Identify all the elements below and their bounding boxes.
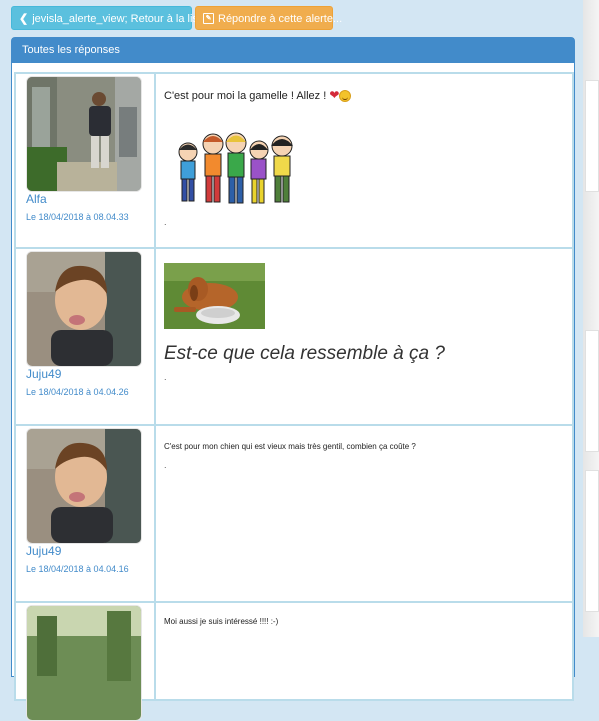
background-pane-block (585, 470, 599, 612)
message-text: Moi aussi je suis intéressé !!!! :-) (164, 617, 279, 626)
responses-panel: Toutes les réponses Alfa Le 18/04/2018 à… (11, 37, 575, 721)
author-cell: Juju49 Le 18/04/2018 à 04.04.26 (16, 249, 156, 424)
reply-label: Répondre à cette alerte... (218, 13, 343, 25)
reply-to-alert-button[interactable]: ✎ Répondre à cette alerte... (195, 6, 342, 30)
response-row: Juju49 Le 18/04/2018 à 04.04.16 C'est po… (14, 424, 574, 603)
back-to-list-label: jevisla_alerte_view; Retour à la liste (32, 13, 208, 25)
author-cell: Juju49 Le 18/04/2018 à 04.04.16 (16, 426, 156, 601)
author-cell: Alfa Le 18/04/2018 à 08.04.33 (16, 74, 156, 247)
message-tail: . (164, 460, 167, 470)
heart-icon: ❤ (329, 88, 340, 102)
author-cell (16, 603, 156, 721)
back-to-list-button[interactable]: ❮ jevisla_alerte_view; Retour à la liste (11, 6, 207, 30)
response-row: Alfa Le 18/04/2018 à 08.04.33 C'est pour… (14, 72, 574, 249)
avatar[interactable] (26, 251, 142, 367)
avatar[interactable] (26, 76, 142, 192)
post-date: Le 18/04/2018 à 08.04.33 (26, 212, 129, 222)
response-row: Moi aussi je suis intéressé !!!! :-) (14, 601, 574, 721)
message-text: Est-ce que cela ressemble à ça ? (164, 343, 445, 364)
background-pane-block (585, 80, 599, 192)
avatar-photo (27, 606, 141, 720)
cartoon-kids-image (178, 132, 293, 204)
panel-title: Toutes les réponses (12, 38, 574, 63)
response-row: Juju49 Le 18/04/2018 à 04.04.26 Est-ce q… (14, 247, 574, 426)
avatar-photo (27, 429, 141, 543)
smiley-icon (339, 90, 352, 103)
message-text: C'est pour moi la gamelle ! Allez ! (164, 90, 330, 102)
author-name[interactable]: Juju49 (26, 367, 61, 381)
message-tail: . (164, 217, 167, 227)
author-name[interactable]: Juju49 (26, 544, 61, 558)
background-pane (583, 0, 599, 637)
author-name[interactable]: Alfa (26, 192, 47, 206)
post-date: Le 18/04/2018 à 04.04.16 (26, 564, 129, 574)
dog-photo (164, 263, 265, 329)
chevron-left-icon: ❮ (19, 13, 29, 25)
avatar[interactable] (26, 605, 142, 721)
avatar-photo (27, 77, 141, 191)
background-pane-block (585, 330, 599, 452)
edit-icon: ✎ (203, 12, 214, 24)
avatar-photo (27, 252, 141, 366)
post-date: Le 18/04/2018 à 04.04.26 (26, 387, 129, 397)
message-tail: . (164, 372, 167, 382)
avatar[interactable] (26, 428, 142, 544)
message-text: C'est pour mon chien qui est vieux mais … (164, 442, 416, 451)
